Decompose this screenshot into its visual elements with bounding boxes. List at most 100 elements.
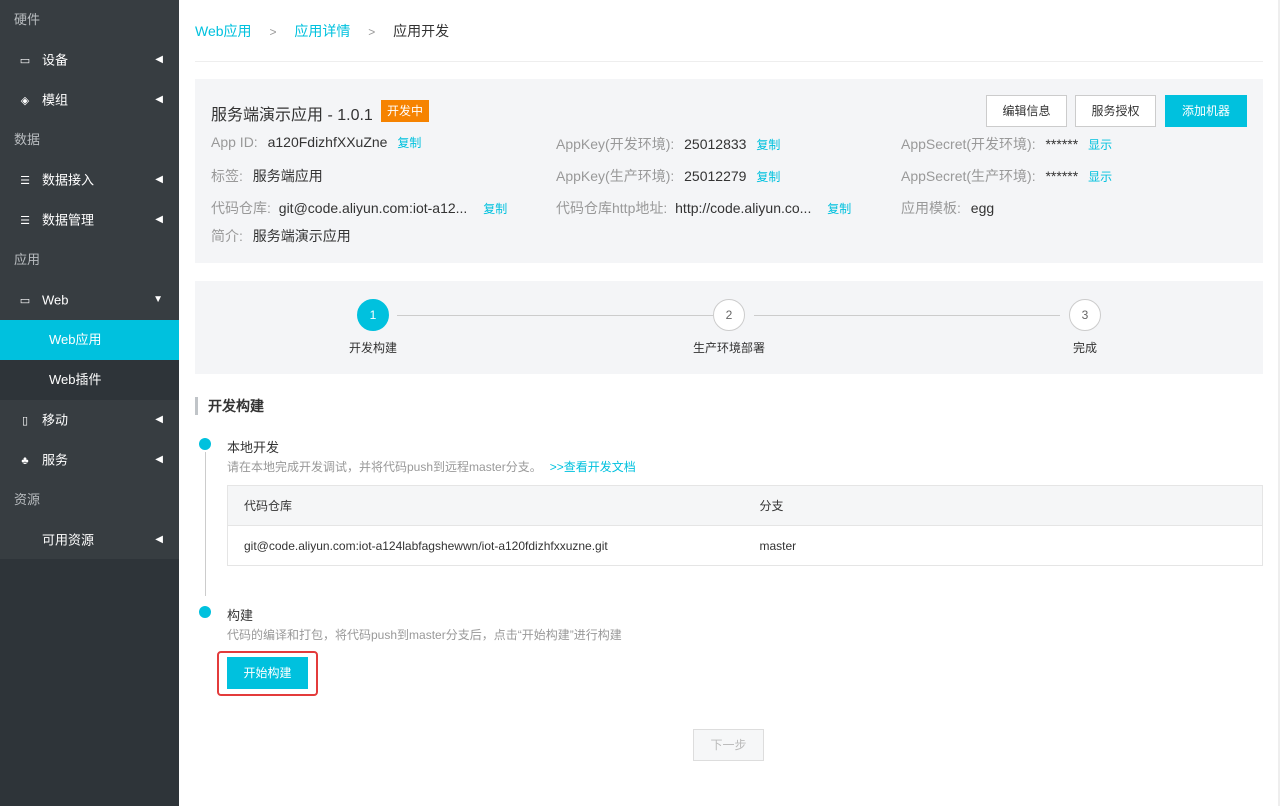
step-1-circle: 1 [357,299,389,331]
sidebar-item-device[interactable]: ▭ 设备 ◀ [0,40,179,80]
caret-left-icon: ◀ [155,174,163,185]
build-title: 构建 [227,608,254,623]
appkey-dev-row: AppKey(开发环境): 25012833 复制 [556,134,780,154]
tag-row: 标签: 服务端应用 [211,166,323,186]
sidebar-footer-area [0,559,179,806]
sidebar-section-data: 数据 [14,132,41,147]
copy-repo-link[interactable]: 复制 [483,202,507,216]
sidebar-item-label: 数据管理 [42,212,95,228]
template-row: 应用模板: egg [901,198,994,218]
sidebar-item-label: 服务 [42,452,69,468]
layers-icon: ◈ [20,94,30,107]
list-icon: ☰ [20,214,30,227]
repo-row: 代码仓库: git@code.aliyun.com:iot-a12... 复制 [211,198,507,218]
status-badge: 开发中 [381,100,430,122]
sidebar-section-resources: 资源 [14,492,41,507]
next-step-button[interactable]: 下一步 [693,729,764,761]
device-icon: ▭ [19,54,31,67]
timeline-dot [199,606,211,618]
intro-row: 简介: 服务端演示应用 [211,226,351,246]
sidebar-item-service[interactable]: ♣ 服务 ◀ [0,440,179,480]
caret-left-icon: ◀ [155,454,163,465]
sidebar-item-web[interactable]: ▭ Web ▼ [0,280,179,320]
caret-left-icon: ◀ [155,214,163,225]
add-machine-button[interactable]: 添加机器 [1165,95,1247,127]
sidebar-section-app: 应用 [14,252,41,267]
sidebar-item-label: 可用资源 [42,532,95,548]
appkey-prod-label: AppKey(生产环境): [556,168,675,184]
caret-down-icon: ▼ [153,294,163,305]
app-title: 服务端演示应用 - 1.0.1 [211,107,373,124]
list-icon: ☰ [20,174,30,187]
copy-appkey-prod-link[interactable]: 复制 [756,170,780,184]
view-docs-link[interactable]: >>查看开发文档 [550,460,636,474]
appkey-prod-row: AppKey(生产环境): 25012279 复制 [556,166,780,186]
app-id-row: App ID: a120FdizhfXXuZne 复制 [211,134,421,151]
sidebar-section-hardware: 硬件 [14,12,41,27]
sidebar-item-web-plugin[interactable]: Web插件 [0,360,179,400]
caret-left-icon: ◀ [155,94,163,105]
sidebar-item-label: 设备 [42,52,69,68]
appkey-dev-label: AppKey(开发环境): [556,136,675,152]
table-cell-branch: master [759,538,797,553]
build-desc: 代码的编译和打包，将代码push到master分支后，点击“开始构建”进行构建 [227,628,622,642]
template-label: 应用模板: [901,200,961,216]
repo-http-row: 代码仓库http地址: http://code.aliyun.co... 复制 [556,198,851,218]
tag-value: 服务端应用 [252,168,323,184]
app-info-panel: 服务端演示应用 - 1.0.1 开发中 编辑信息 服务授权 添加机器 App I… [195,79,1263,263]
sidebar-item-mobile[interactable]: ▯ 移动 ◀ [0,400,179,440]
table-header-branch: 分支 [743,485,1263,526]
sidebar-item-available-resources[interactable]: 可用资源 ◀ [0,520,179,560]
table-header-row: 代码仓库 分支 [227,485,1263,526]
copy-app-id-link[interactable]: 复制 [397,136,421,150]
mobile-icon: ▯ [21,414,29,427]
appsecret-prod-row: AppSecret(生产环境): ****** 显示 [901,166,1112,186]
show-appsecret-dev-link[interactable]: 显示 [1088,138,1112,152]
sidebar-item-data-access[interactable]: ☰ 数据接入 ◀ [0,160,179,200]
intro-value: 服务端演示应用 [252,228,351,244]
service-auth-button[interactable]: 服务授权 [1075,95,1156,127]
step-3-label: 完成 [1073,341,1098,355]
chevron-right-icon: > [269,25,277,39]
cluster-icon: ♣ [21,454,29,467]
section-title: 开发构建 [195,397,264,415]
caret-left-icon: ◀ [155,54,163,65]
breadcrumb: Web应用 > 应用详情 > 应用开发 [195,0,1263,62]
local-dev-desc-text: 请在本地完成开发调试，并将代码push到远程master分支。 [227,460,542,474]
step-connector [754,315,1060,316]
step-2-label: 生产环境部署 [693,341,766,355]
sidebar-item-web-app[interactable]: Web应用 [0,320,179,360]
sidebar-item-label: 数据接入 [42,172,95,188]
sidebar-item-label: 移动 [42,412,69,428]
edit-info-button[interactable]: 编辑信息 [986,95,1067,127]
local-dev-title: 本地开发 [227,440,280,455]
show-appsecret-prod-link[interactable]: 显示 [1088,170,1112,184]
copy-repo-http-link[interactable]: 复制 [827,202,851,216]
breadcrumb-link-app-detail[interactable]: 应用详情 [294,23,350,39]
step-3-circle: 3 [1069,299,1101,331]
appkey-prod-value: 25012279 [684,168,747,184]
chevron-right-icon: > [368,25,376,39]
caret-left-icon: ◀ [155,534,163,545]
timeline-line [205,452,206,596]
appkey-dev-value: 25012833 [684,136,747,152]
tag-label: 标签: [211,168,243,184]
breadcrumb-link-web-app[interactable]: Web应用 [195,23,252,39]
copy-appkey-dev-link[interactable]: 复制 [756,138,780,152]
step-2-circle: 2 [713,299,745,331]
app-id-value: a120FdizhfXXuZne [267,134,388,150]
step-1-label: 开发构建 [349,341,398,355]
template-value: egg [970,200,995,216]
table-row: git@code.aliyun.com:iot-a124labfagshewwn… [228,526,1263,566]
intro-label: 简介: [211,228,243,244]
sidebar-item-module[interactable]: ◈ 模组 ◀ [0,80,179,120]
appsecret-prod-label: AppSecret(生产环境): [901,168,1036,184]
sidebar-menu: 硬件 ▭ 设备 ◀ ◈ 模组 ◀ 数据 ☰ 数据接入 ◀ ☰ 数据管理 ◀ 应用 ▭ We… [0,0,179,560]
repo-table: 代码仓库 分支 git@code.aliyun.com:iot-a124labf… [227,485,1263,566]
caret-left-icon: ◀ [155,414,163,425]
sidebar-item-label: Web应用 [49,332,102,347]
repo-label: 代码仓库: [211,200,271,216]
breadcrumb-current: 应用开发 [393,23,450,39]
start-build-button[interactable]: 开始构建 [227,657,308,689]
sidebar-item-data-manage[interactable]: ☰ 数据管理 ◀ [0,200,179,240]
